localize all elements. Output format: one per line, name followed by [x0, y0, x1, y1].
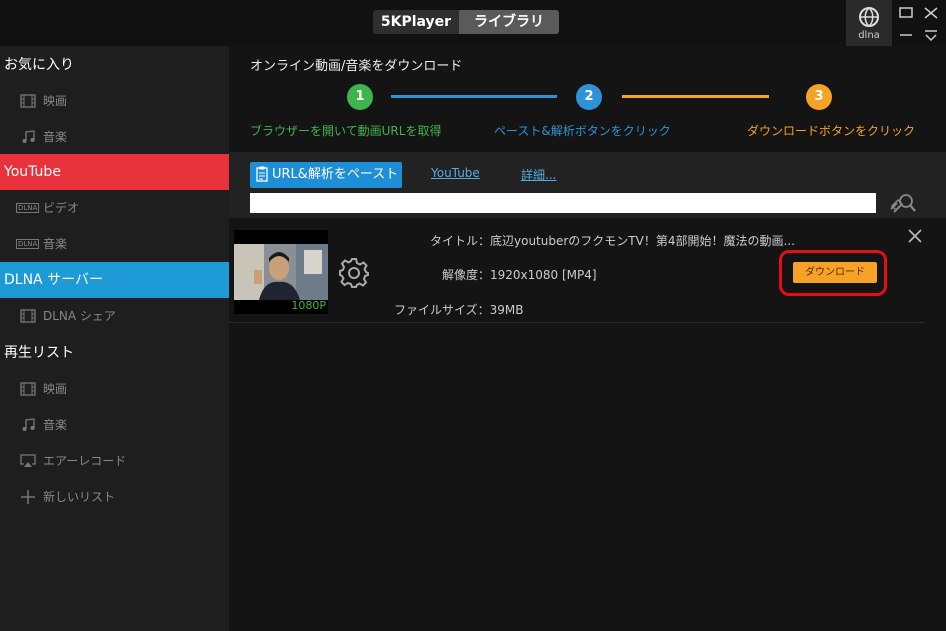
section-playlist: 再生リスト	[4, 345, 74, 361]
sidebar-item-air-record[interactable]: エアーレコード	[0, 443, 229, 479]
video-title: タイトル：底辺youtuberのフクモンTV！第4部開始！魔法の動画...	[430, 234, 795, 248]
video-thumbnail[interactable]: 1080P	[234, 230, 328, 314]
mode-tabs: 5KPlayer ライブラリ	[373, 10, 559, 34]
sidebar-item-label: DLNA シェア	[43, 309, 116, 323]
film-icon	[20, 309, 36, 323]
sidebar-item-playlist-music[interactable]: 音楽	[0, 407, 229, 443]
music-note-icon	[22, 418, 35, 431]
video-item-row: 1080P タイトル：底辺youtuberのフクモンTV！第4部開始！魔法の動画…	[229, 220, 925, 323]
step-connector-2	[622, 95, 769, 98]
paste-button-label: URL&解析をペースト	[272, 167, 399, 182]
film-icon	[20, 382, 36, 396]
sidebar-item-favorites-movies[interactable]: 映画	[0, 83, 229, 119]
sidebar-item-label: 音楽	[43, 237, 68, 251]
sidebar-item-youtube-video[interactable]: DLNA ビデオ	[0, 190, 229, 226]
link-search-icon[interactable]	[888, 189, 918, 215]
step-3-circle: 3	[806, 84, 832, 110]
section-youtube[interactable]: YouTube	[0, 154, 229, 190]
sidebar-item-new-list[interactable]: 新しいリスト	[0, 479, 229, 515]
sidebar-item-dlna-share[interactable]: DLNA シェア	[0, 298, 229, 334]
minimize-icon[interactable]	[897, 27, 915, 43]
minimize-to-tray-icon[interactable]	[897, 5, 915, 21]
close-window-icon[interactable]	[922, 5, 940, 21]
sidebar-item-label: 新しいリスト	[43, 490, 116, 504]
url-bar: URL&解析をペースト YouTube 詳細...	[229, 152, 946, 218]
video-resolution: 解像度：1920x1080 [MP4]	[442, 268, 597, 282]
download-button[interactable]: ダウンロード	[793, 262, 877, 283]
section-dlna-server[interactable]: DLNA サーバー	[0, 262, 229, 298]
paste-url-analyze-button[interactable]: URL&解析をペースト	[250, 162, 402, 188]
step-1-label: ブラウザーを開いて動画URLを取得	[250, 124, 442, 138]
step-2-circle: 2	[576, 84, 602, 110]
dlna-label: dlna	[858, 30, 880, 41]
dlna-badge-icon: DLNA	[16, 203, 40, 213]
sidebar-item-label: 映画	[43, 382, 68, 396]
tab-library[interactable]: ライブラリ	[459, 10, 559, 34]
step-3-label: ダウンロードボタンをクリック	[747, 124, 916, 138]
sidebar-item-favorites-music[interactable]: 音楽	[0, 119, 229, 155]
sidebar-item-label: 映画	[43, 94, 68, 108]
video-file-size: ファイルサイズ：39MB	[394, 303, 524, 317]
sidebar-item-label: エアーレコード	[43, 454, 127, 468]
main-panel: オンライン動画/音楽をダウンロード 1 2 3 ブラウザーを開いて動画URLを取…	[229, 46, 946, 631]
step-2-label: ペースト&解析ボタンをクリック	[494, 124, 671, 138]
dlna-badge-icon: DLNA	[16, 239, 40, 249]
title-bar: 5KPlayer ライブラリ dlna	[0, 0, 946, 46]
sidebar: お気に入り 映画 音楽 YouTube DLNA ビデオ DLNA 音楽 DLN…	[0, 46, 229, 631]
settings-gear-icon[interactable]	[337, 256, 371, 290]
close-icon[interactable]	[907, 228, 923, 244]
sidebar-item-label: 音楽	[43, 130, 68, 144]
step-connector-1	[391, 95, 557, 98]
thumbnail-resolution-badge: 1080P	[291, 299, 326, 312]
details-link[interactable]: 詳細...	[521, 166, 556, 183]
page-title: オンライン動画/音楽をダウンロード	[250, 59, 463, 74]
dlna-icon	[859, 7, 879, 27]
url-input[interactable]	[250, 193, 876, 213]
section-favorites: お気に入り	[4, 57, 74, 73]
plus-icon	[21, 490, 35, 504]
step-1-circle: 1	[347, 84, 373, 110]
film-icon	[20, 94, 36, 108]
tab-5kplayer[interactable]: 5KPlayer	[373, 10, 459, 34]
sidebar-item-label: 音楽	[43, 418, 68, 432]
clipboard-icon	[256, 166, 268, 182]
airplay-icon	[20, 454, 36, 467]
collapse-icon[interactable]	[922, 27, 940, 43]
dlna-button[interactable]: dlna	[846, 0, 892, 46]
sidebar-item-playlist-movies[interactable]: 映画	[0, 371, 229, 407]
youtube-link[interactable]: YouTube	[431, 166, 480, 180]
sidebar-item-label: ビデオ	[43, 201, 80, 215]
music-note-icon	[22, 130, 35, 143]
sidebar-item-youtube-music[interactable]: DLNA 音楽	[0, 226, 229, 262]
